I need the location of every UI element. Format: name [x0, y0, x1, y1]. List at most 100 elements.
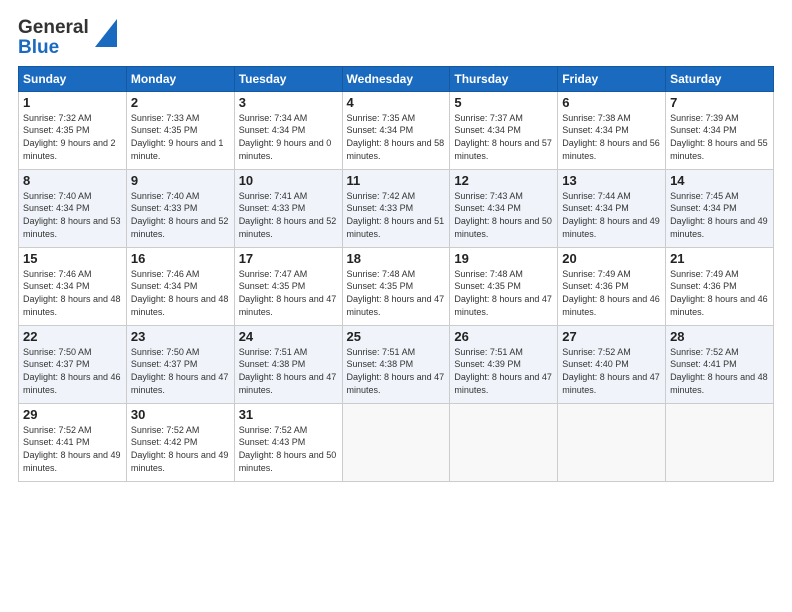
- day-info: Sunrise: 7:52 AMSunset: 4:40 PMDaylight:…: [562, 346, 661, 396]
- day-cell: 20 Sunrise: 7:49 AMSunset: 4:36 PMDayligh…: [558, 247, 666, 325]
- day-info: Sunrise: 7:46 AMSunset: 4:34 PMDaylight:…: [131, 268, 230, 318]
- day-info: Sunrise: 7:52 AMSunset: 4:41 PMDaylight:…: [23, 424, 122, 474]
- day-cell: 14 Sunrise: 7:45 AMSunset: 4:34 PMDayligh…: [666, 169, 774, 247]
- day-info: Sunrise: 7:42 AMSunset: 4:33 PMDaylight:…: [347, 190, 446, 240]
- calendar-table: SundayMondayTuesdayWednesdayThursdayFrid…: [18, 66, 774, 482]
- day-cell: 28Sunrise: 7:52 AMSunset: 4:41 PMDayligh…: [666, 325, 774, 403]
- day-cell: 6 Sunrise: 7:38 AMSunset: 4:34 PMDaylight…: [558, 91, 666, 169]
- day-info: Sunrise: 7:43 AMSunset: 4:34 PMDaylight:…: [454, 190, 553, 240]
- week-row-1: 1 Sunrise: 7:32 AMSunset: 4:35 PMDaylight…: [19, 91, 774, 169]
- day-info: Sunrise: 7:40 AMSunset: 4:33 PMDaylight:…: [131, 190, 230, 240]
- day-cell: 11 Sunrise: 7:42 AMSunset: 4:33 PMDayligh…: [342, 169, 450, 247]
- day-info: Sunrise: 7:49 AMSunset: 4:36 PMDaylight:…: [562, 268, 661, 318]
- day-number: 31: [239, 407, 338, 422]
- day-cell: 17Sunrise: 7:47 AMSunset: 4:35 PMDayligh…: [234, 247, 342, 325]
- day-cell: [558, 403, 666, 481]
- day-number: 6: [562, 95, 661, 110]
- day-info: Sunrise: 7:32 AMSunset: 4:35 PMDaylight:…: [23, 112, 122, 162]
- day-number: 5: [454, 95, 553, 110]
- day-info: Sunrise: 7:47 AMSunset: 4:35 PMDaylight:…: [239, 268, 338, 318]
- day-number: 25: [347, 329, 446, 344]
- day-info: Sunrise: 7:39 AMSunset: 4:34 PMDaylight:…: [670, 112, 769, 162]
- day-number: 2: [131, 95, 230, 110]
- day-number: 23: [131, 329, 230, 344]
- day-cell: 26 Sunrise: 7:51 AMSunset: 4:39 PMDayligh…: [450, 325, 558, 403]
- day-info: Sunrise: 7:37 AMSunset: 4:34 PMDaylight:…: [454, 112, 553, 162]
- day-number: 8: [23, 173, 122, 188]
- day-info: Sunrise: 7:50 AMSunset: 4:37 PMDaylight:…: [23, 346, 122, 396]
- day-info: Sunrise: 7:45 AMSunset: 4:34 PMDaylight:…: [670, 190, 769, 240]
- day-info: Sunrise: 7:52 AMSunset: 4:43 PMDaylight:…: [239, 424, 338, 474]
- day-number: 30: [131, 407, 230, 422]
- header-cell-friday: Friday: [558, 66, 666, 91]
- header-cell-thursday: Thursday: [450, 66, 558, 91]
- day-cell: [342, 403, 450, 481]
- day-cell: 23 Sunrise: 7:50 AMSunset: 4:37 PMDayligh…: [126, 325, 234, 403]
- day-info: Sunrise: 7:40 AMSunset: 4:34 PMDaylight:…: [23, 190, 122, 240]
- day-cell: 10Sunrise: 7:41 AMSunset: 4:33 PMDayligh…: [234, 169, 342, 247]
- day-cell: 24Sunrise: 7:51 AMSunset: 4:38 PMDayligh…: [234, 325, 342, 403]
- header-cell-tuesday: Tuesday: [234, 66, 342, 91]
- header-cell-wednesday: Wednesday: [342, 66, 450, 91]
- logo: General Blue: [18, 18, 117, 58]
- day-cell: 7 Sunrise: 7:39 AMSunset: 4:34 PMDaylight…: [666, 91, 774, 169]
- day-number: 13: [562, 173, 661, 188]
- day-info: Sunrise: 7:35 AMSunset: 4:34 PMDaylight:…: [347, 112, 446, 162]
- week-row-3: 15 Sunrise: 7:46 AMSunset: 4:34 PMDayligh…: [19, 247, 774, 325]
- header: General Blue: [18, 18, 774, 58]
- day-cell: 29 Sunrise: 7:52 AMSunset: 4:41 PMDayligh…: [19, 403, 127, 481]
- day-cell: 5 Sunrise: 7:37 AMSunset: 4:34 PMDaylight…: [450, 91, 558, 169]
- day-number: 7: [670, 95, 769, 110]
- logo-text-block: General Blue: [18, 18, 89, 58]
- day-info: Sunrise: 7:41 AMSunset: 4:33 PMDaylight:…: [239, 190, 338, 240]
- day-info: Sunrise: 7:48 AMSunset: 4:35 PMDaylight:…: [347, 268, 446, 318]
- header-cell-sunday: Sunday: [19, 66, 127, 91]
- day-number: 12: [454, 173, 553, 188]
- week-row-2: 8 Sunrise: 7:40 AMSunset: 4:34 PMDaylight…: [19, 169, 774, 247]
- week-row-5: 29 Sunrise: 7:52 AMSunset: 4:41 PMDayligh…: [19, 403, 774, 481]
- day-info: Sunrise: 7:50 AMSunset: 4:37 PMDaylight:…: [131, 346, 230, 396]
- day-info: Sunrise: 7:38 AMSunset: 4:34 PMDaylight:…: [562, 112, 661, 162]
- day-cell: 4 Sunrise: 7:35 AMSunset: 4:34 PMDaylight…: [342, 91, 450, 169]
- day-cell: 9Sunrise: 7:40 AMSunset: 4:33 PMDaylight…: [126, 169, 234, 247]
- day-cell: 3Sunrise: 7:34 AMSunset: 4:34 PMDaylight…: [234, 91, 342, 169]
- day-number: 14: [670, 173, 769, 188]
- day-number: 15: [23, 251, 122, 266]
- day-info: Sunrise: 7:51 AMSunset: 4:38 PMDaylight:…: [239, 346, 338, 396]
- day-number: 16: [131, 251, 230, 266]
- day-cell: 1 Sunrise: 7:32 AMSunset: 4:35 PMDaylight…: [19, 91, 127, 169]
- day-number: 29: [23, 407, 122, 422]
- day-number: 26: [454, 329, 553, 344]
- day-number: 18: [347, 251, 446, 266]
- day-cell: 13 Sunrise: 7:44 AMSunset: 4:34 PMDayligh…: [558, 169, 666, 247]
- day-info: Sunrise: 7:48 AMSunset: 4:35 PMDaylight:…: [454, 268, 553, 318]
- day-number: 27: [562, 329, 661, 344]
- logo-icon: [95, 19, 117, 52]
- day-number: 22: [23, 329, 122, 344]
- day-number: 20: [562, 251, 661, 266]
- calendar-page: General Blue SundayMondayTuesday: [0, 0, 792, 612]
- day-cell: 2Sunrise: 7:33 AMSunset: 4:35 PMDaylight…: [126, 91, 234, 169]
- day-cell: 22 Sunrise: 7:50 AMSunset: 4:37 PMDayligh…: [19, 325, 127, 403]
- day-cell: 19 Sunrise: 7:48 AMSunset: 4:35 PMDayligh…: [450, 247, 558, 325]
- day-info: Sunrise: 7:52 AMSunset: 4:42 PMDaylight:…: [131, 424, 230, 474]
- day-info: Sunrise: 7:46 AMSunset: 4:34 PMDaylight:…: [23, 268, 122, 318]
- day-info: Sunrise: 7:44 AMSunset: 4:34 PMDaylight:…: [562, 190, 661, 240]
- day-info: Sunrise: 7:51 AMSunset: 4:39 PMDaylight:…: [454, 346, 553, 396]
- day-info: Sunrise: 7:49 AMSunset: 4:36 PMDaylight:…: [670, 268, 769, 318]
- day-number: 28: [670, 329, 769, 344]
- logo-blue: Blue: [18, 37, 59, 58]
- day-cell: 25 Sunrise: 7:51 AMSunset: 4:38 PMDayligh…: [342, 325, 450, 403]
- day-cell: 27 Sunrise: 7:52 AMSunset: 4:40 PMDayligh…: [558, 325, 666, 403]
- header-row: SundayMondayTuesdayWednesdayThursdayFrid…: [19, 66, 774, 91]
- day-number: 4: [347, 95, 446, 110]
- day-cell: 21Sunrise: 7:49 AMSunset: 4:36 PMDayligh…: [666, 247, 774, 325]
- day-cell: [450, 403, 558, 481]
- day-cell: 31 Sunrise: 7:52 AMSunset: 4:43 PMDayligh…: [234, 403, 342, 481]
- day-number: 19: [454, 251, 553, 266]
- day-number: 3: [239, 95, 338, 110]
- logo-general: General: [18, 17, 89, 38]
- day-number: 1: [23, 95, 122, 110]
- day-info: Sunrise: 7:51 AMSunset: 4:38 PMDaylight:…: [347, 346, 446, 396]
- day-number: 11: [347, 173, 446, 188]
